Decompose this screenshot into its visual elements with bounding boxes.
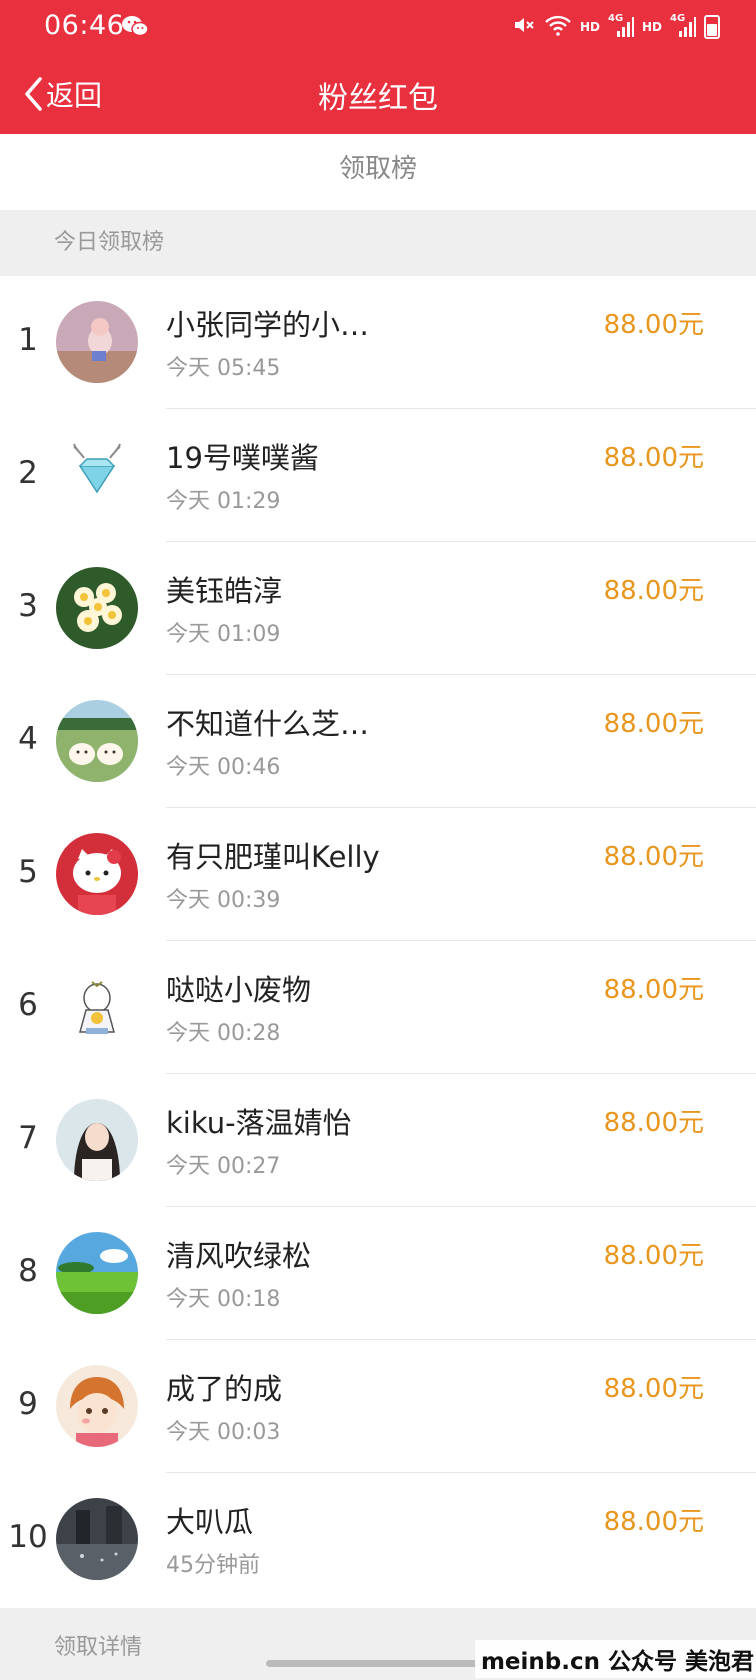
list-item[interactable]: 1 小张同学的小… 今天 05:45 88.00元: [0, 276, 756, 409]
rank-number: 4: [18, 721, 38, 757]
anime-character-avatar-icon: [56, 1365, 138, 1447]
pink-photo-avatar-icon: [56, 301, 138, 383]
claim-amount: 88.00元: [603, 842, 704, 872]
leaderboard-tab[interactable]: 领取榜: [0, 134, 756, 210]
status-time: 06:46: [44, 10, 125, 41]
rank-number: 5: [18, 854, 38, 890]
home-indicator[interactable]: [266, 1660, 492, 1667]
list-item[interactable]: 5 有只肥瑾叫Kelly 今天 00:39 88.00元: [0, 808, 756, 941]
claim-time: 今天 00:03: [166, 1420, 281, 1445]
rank-number: 2: [18, 455, 38, 491]
claim-amount: 88.00元: [603, 1507, 704, 1537]
hd-indicator: HD: [579, 20, 600, 34]
signal-icon-2: 4G: [670, 13, 696, 39]
dark-street-avatar-icon: [56, 1498, 138, 1580]
nav-bar: 返回 粉丝红包: [0, 54, 756, 134]
rank-number: 1: [18, 322, 38, 358]
claim-amount: 88.00元: [603, 1241, 704, 1271]
rank-number: 3: [18, 588, 38, 624]
green-meadow-avatar-icon: [56, 1232, 138, 1314]
list-item[interactable]: 3 美钰皓淳 今天 01:09 88.00元: [0, 542, 756, 675]
diamond-antler-avatar-icon: [56, 434, 138, 516]
rank-number: 10: [8, 1519, 48, 1555]
screen: 06:46 HD 4G HD 4G 返回 粉丝红包 领取榜 今日领取榜 1 小张…: [0, 0, 756, 1680]
claim-amount: 88.00元: [603, 1108, 704, 1138]
user-name: 有只肥瑾叫Kelly: [166, 840, 380, 874]
rank-number: 6: [18, 987, 38, 1023]
list-item[interactable]: 10 大叭瓜 45分钟前 88.00元: [0, 1473, 756, 1606]
claim-time: 今天 00:28: [166, 1021, 281, 1046]
claim-time: 今天 01:29: [166, 489, 281, 514]
user-name: 不知道什么芝…: [166, 707, 370, 741]
claim-amount: 88.00元: [603, 576, 704, 606]
list-item[interactable]: 9 成了的成 今天 00:03 88.00元: [0, 1340, 756, 1473]
rank-number: 8: [18, 1253, 38, 1289]
user-name: 美钰皓淳: [166, 574, 283, 608]
claim-time: 今天 00:18: [166, 1287, 281, 1312]
rank-number: 7: [18, 1120, 38, 1156]
claim-amount: 88.00元: [603, 975, 704, 1005]
cartoon-cats-avatar-icon: [56, 700, 138, 782]
list-item[interactable]: 2 19号噗噗酱 今天 01:29 88.00元: [0, 409, 756, 542]
app-header: 06:46 HD 4G HD 4G 返回 粉丝红包: [0, 0, 756, 134]
list-item[interactable]: 4 不知道什么芝… 今天 00:46 88.00元: [0, 675, 756, 808]
rank-number: 9: [18, 1386, 38, 1422]
claim-amount: 88.00元: [603, 709, 704, 739]
claim-time: 45分钟前: [166, 1553, 260, 1578]
battery-icon: [704, 15, 720, 39]
cartoon-girl-avatar-icon: [56, 966, 138, 1048]
status-indicators: HD 4G HD 4G: [512, 12, 720, 42]
claim-time: 今天 00:39: [166, 888, 281, 913]
user-name: 小张同学的小…: [166, 308, 370, 342]
wifi-icon: [544, 13, 572, 41]
list-item[interactable]: 6 哒哒小废物 今天 00:28 88.00元: [0, 941, 756, 1074]
signal-icon: 4G: [608, 13, 634, 39]
section-today-header: 今日领取榜: [0, 210, 756, 276]
claim-amount: 88.00元: [603, 310, 704, 340]
list-item[interactable]: 7 kiku-落温婧怡 今天 00:27 88.00元: [0, 1074, 756, 1207]
wechat-notification-icon: [121, 14, 149, 38]
user-name: 哒哒小废物: [166, 973, 312, 1007]
user-name: 大叭瓜: [166, 1505, 254, 1539]
claim-time: 今天 00:46: [166, 755, 281, 780]
claim-time: 今天 00:27: [166, 1154, 281, 1179]
hd-indicator-2: HD: [641, 20, 662, 34]
page-title: 粉丝红包: [318, 81, 438, 116]
claim-time: 今天 05:45: [166, 356, 281, 381]
user-name: 清风吹绿松: [166, 1239, 312, 1273]
claim-time: 今天 01:09: [166, 622, 281, 647]
hello-kitty-avatar-icon: [56, 833, 138, 915]
status-bar: 06:46 HD 4G HD 4G: [0, 0, 756, 54]
user-name: kiku-落温婧怡: [166, 1106, 352, 1140]
user-name: 19号噗噗酱: [166, 441, 319, 475]
leaderboard-list: 1 小张同学的小… 今天 05:45 88.00元 2 19号噗噗酱 今天 01…: [0, 276, 756, 1608]
user-name: 成了的成: [166, 1372, 283, 1406]
claim-amount: 88.00元: [603, 1374, 704, 1404]
watermark: meinb.cn 公众号 美泡君: [474, 1640, 756, 1678]
list-item[interactable]: 8 清风吹绿松 今天 00:18 88.00元: [0, 1207, 756, 1340]
frangipani-flower-avatar-icon: [56, 567, 138, 649]
mute-icon: [512, 13, 536, 41]
portrait-girl-avatar-icon: [56, 1099, 138, 1181]
claim-amount: 88.00元: [603, 443, 704, 473]
